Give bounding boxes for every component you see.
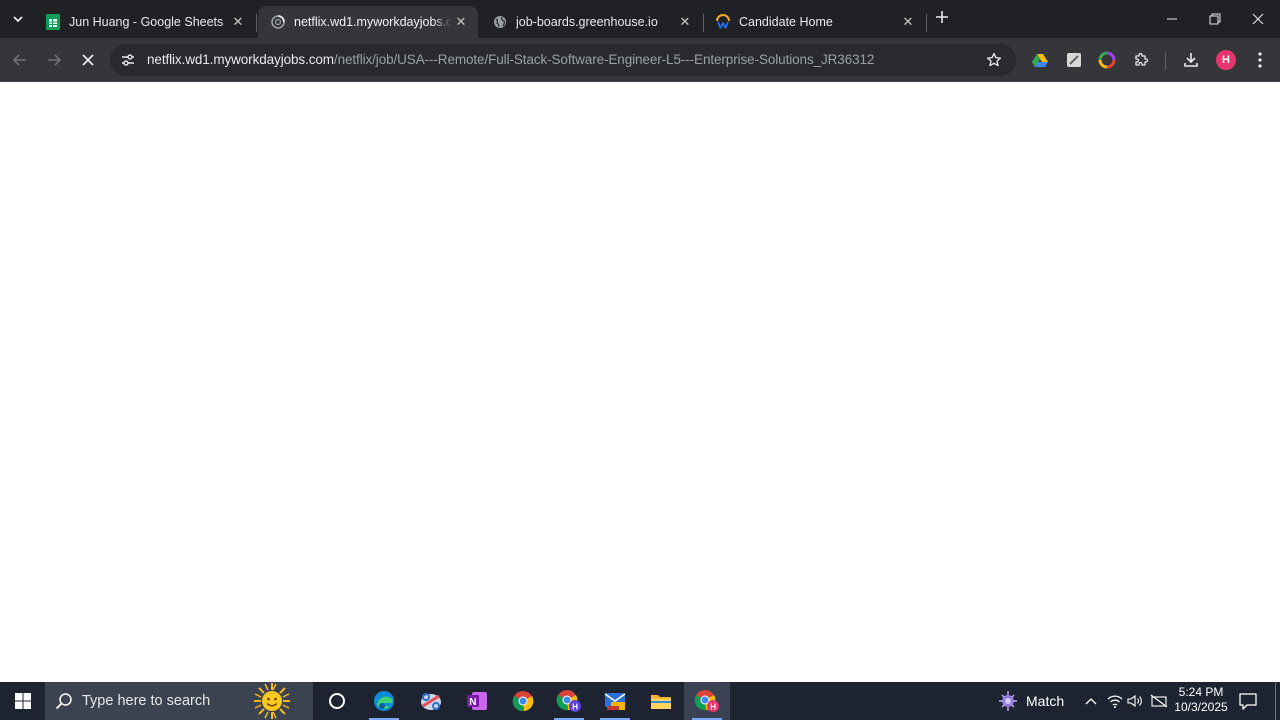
bookmark-star-icon[interactable]: [984, 50, 1004, 70]
arrow-right-icon: [48, 54, 62, 66]
forward-button[interactable]: [40, 46, 68, 74]
globe-icon: [492, 14, 508, 30]
taskbar-chrome[interactable]: [500, 682, 546, 720]
chrome-icon: [512, 691, 534, 712]
svg-text:H: H: [710, 703, 716, 712]
network-disconnected-icon[interactable]: [1150, 692, 1168, 710]
tab-title: netflix.wd1.myworkdayjobs.com: [294, 15, 452, 29]
chrome-profile-icon: H: [694, 690, 719, 712]
snipping-tool-icon: [421, 693, 441, 710]
tab-title: Jun Huang - Google Sheets: [69, 15, 224, 29]
taskbar-mail[interactable]: [592, 682, 638, 720]
address-bar[interactable]: netflix.wd1.myworkdayjobs.com/netflix/jo…: [110, 44, 1016, 76]
taskbar-edge[interactable]: [361, 682, 407, 720]
weather-label[interactable]: Match: [1026, 693, 1064, 709]
more-menu-icon[interactable]: [1249, 49, 1271, 71]
tab-google-sheets[interactable]: Jun Huang - Google Sheets ✕: [33, 6, 255, 38]
chrome-profile-icon: H: [556, 690, 581, 712]
browser-toolbar: netflix.wd1.myworkdayjobs.com/netflix/jo…: [0, 38, 1280, 82]
taskbar-onenote[interactable]: N: [454, 682, 500, 720]
folder-icon: [651, 695, 671, 709]
plus-icon: [936, 11, 948, 23]
wifi-icon[interactable]: [1106, 692, 1124, 710]
stop-loading-button[interactable]: [74, 46, 102, 74]
arrow-left-icon: [12, 54, 26, 66]
edge-icon: [374, 691, 394, 711]
close-icon: [82, 54, 94, 66]
google-drive-extension-icon[interactable]: [1029, 49, 1051, 71]
windows-logo-icon: [14, 693, 31, 709]
close-icon: [1252, 13, 1264, 25]
tab-title: Candidate Home: [739, 15, 833, 29]
chevron-up-icon[interactable]: [1082, 692, 1100, 710]
taskbar-chrome-active[interactable]: H: [684, 682, 730, 720]
close-icon[interactable]: ✕: [676, 13, 694, 31]
color-picker-extension-icon[interactable]: [1096, 49, 1118, 71]
tab-divider: [256, 14, 257, 32]
search-icon: [55, 693, 72, 710]
url-host: netflix.wd1.myworkdayjobs.com: [147, 52, 334, 67]
chevron-down-icon: [13, 16, 23, 23]
tab-strip: Jun Huang - Google Sheets ✕ netflix.wd1.…: [0, 0, 1280, 38]
svg-text:H: H: [572, 703, 578, 712]
download-icon[interactable]: [1180, 49, 1202, 71]
system-clock[interactable]: 5:24 PM 10/3/2025: [1172, 685, 1230, 715]
close-icon[interactable]: ✕: [229, 13, 247, 31]
volume-icon[interactable]: [1126, 692, 1144, 710]
mail-app-icon: [604, 693, 626, 710]
minimize-button[interactable]: [1150, 0, 1194, 38]
taskbar-file-explorer[interactable]: [638, 682, 684, 720]
show-desktop-button[interactable]: [1275, 682, 1276, 720]
tab-netflix-workday[interactable]: netflix.wd1.myworkdayjobs.com ✕: [258, 6, 478, 38]
taskbar-chrome-profile[interactable]: H: [546, 682, 592, 720]
tab-search-button[interactable]: [6, 7, 30, 31]
new-tab-button[interactable]: [930, 8, 954, 30]
google-sheets-icon: [45, 14, 61, 30]
cortana-circle-icon: [329, 693, 345, 709]
notification-center-icon[interactable]: [1238, 691, 1258, 711]
notes-extension-icon[interactable]: [1063, 49, 1085, 71]
site-settings-icon[interactable]: [118, 50, 138, 70]
taskbar-search-box[interactable]: Type here to search: [45, 682, 313, 720]
clock-time: 5:24 PM: [1178, 685, 1224, 699]
onenote-icon: N: [467, 692, 487, 710]
windows-taskbar: Type here to search N H H Match 5:24 PM …: [0, 682, 1280, 720]
svg-text:N: N: [469, 697, 476, 708]
clock-date: 10/3/2025: [1174, 700, 1228, 714]
close-icon[interactable]: ✕: [452, 13, 470, 31]
taskbar-snipping-tool[interactable]: [408, 682, 454, 720]
url-text: netflix.wd1.myworkdayjobs.com/netflix/jo…: [147, 52, 874, 67]
toolbar-divider: [1165, 52, 1166, 70]
start-button[interactable]: [0, 682, 45, 720]
close-window-button[interactable]: [1236, 0, 1280, 38]
minimize-icon: [1167, 18, 1177, 20]
loading-spinner-icon: [270, 14, 286, 30]
profile-avatar[interactable]: H: [1216, 50, 1236, 70]
puzzle-extensions-icon[interactable]: [1130, 49, 1152, 71]
close-icon[interactable]: ✕: [899, 13, 917, 31]
sun-weather-icon: [254, 683, 290, 719]
search-placeholder: Type here to search: [82, 693, 211, 709]
tab-title: job-boards.greenhouse.io: [516, 15, 658, 29]
url-path: /netflix/job/USA---Remote/Full-Stack-Sof…: [333, 52, 875, 67]
tab-candidate-home[interactable]: Candidate Home ✕: [703, 6, 925, 38]
back-button[interactable]: [6, 46, 34, 74]
page-content: [0, 82, 1280, 682]
workday-icon: [715, 14, 731, 30]
tab-divider: [926, 14, 927, 32]
weather-widget-icon[interactable]: [997, 689, 1019, 713]
tab-greenhouse[interactable]: job-boards.greenhouse.io ✕: [480, 6, 702, 38]
restore-button[interactable]: [1193, 0, 1237, 38]
restore-icon: [1209, 13, 1221, 25]
task-view-button[interactable]: [314, 682, 360, 720]
